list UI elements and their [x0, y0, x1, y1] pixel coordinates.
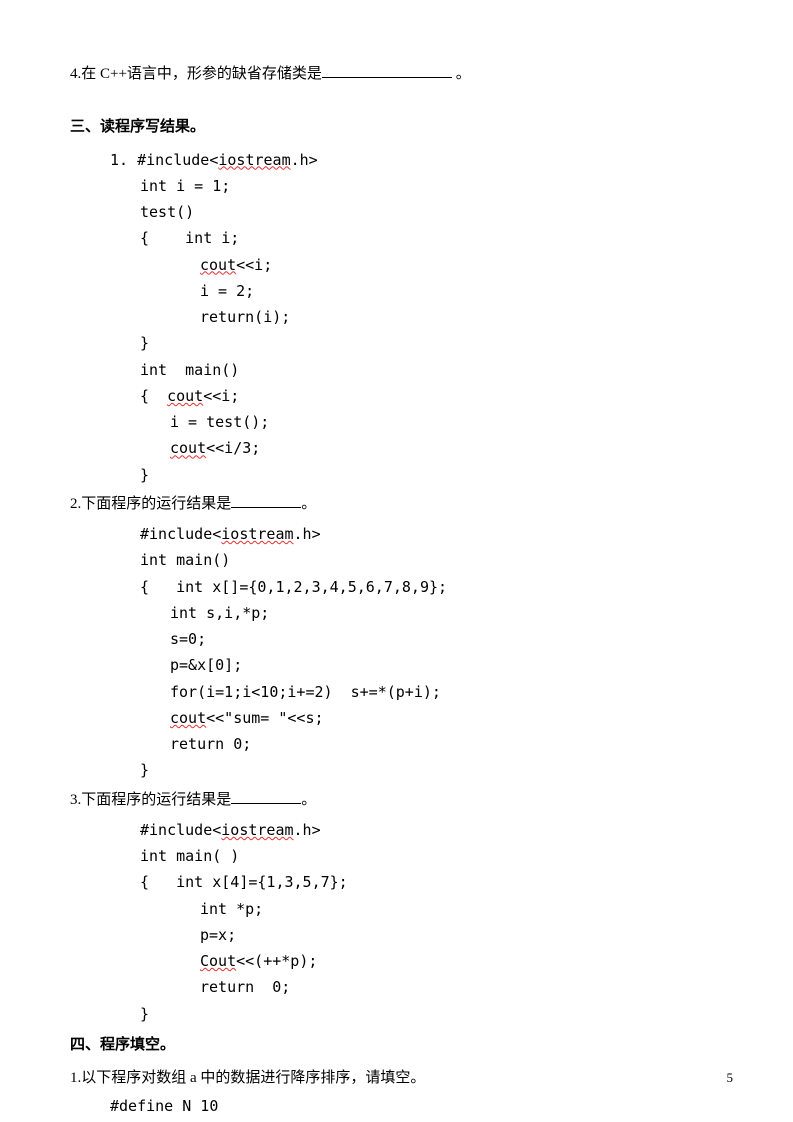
code-line: 1. #include<iostream.h>	[70, 147, 723, 173]
section3-title: 三、读程序写结果。	[70, 113, 723, 142]
code-line: int main()	[70, 357, 723, 383]
code-line: return(i);	[70, 304, 723, 330]
question-4: 4.在 C++语言中，形参的缺省存储类是 。	[70, 60, 723, 89]
code-line: i = test();	[70, 409, 723, 435]
code-line: p=&x[0];	[70, 652, 723, 678]
code-line: { cout<<i;	[70, 383, 723, 409]
code-line: s=0;	[70, 626, 723, 652]
code-line: int *p;	[70, 896, 723, 922]
code-line: #include<iostream.h>	[70, 521, 723, 547]
code-line: return 0;	[70, 974, 723, 1000]
code-line: #include<iostream.h>	[70, 817, 723, 843]
section4-q1: 1.以下程序对数组 a 中的数据进行降序排序，请填空。	[70, 1064, 723, 1093]
page-number: 5	[727, 1065, 734, 1090]
prog3-question: 3.下面程序的运行结果是。	[70, 786, 723, 815]
code-line: cout<<i;	[70, 252, 723, 278]
code-line: int main()	[70, 547, 723, 573]
program-3: #include<iostream.h> int main( ) { int x…	[70, 817, 723, 1027]
code-line: i = 2;	[70, 278, 723, 304]
q4-text: 4.在 C++语言中，形参的缺省存储类是	[70, 66, 322, 82]
code-line: int i = 1;	[70, 173, 723, 199]
code-line: #define N 10	[70, 1093, 723, 1119]
program-1: 1. #include<iostream.h> int i = 1; test(…	[70, 147, 723, 488]
code-line: p=x;	[70, 922, 723, 948]
code-line: return 0;	[70, 731, 723, 757]
spellcheck-underline: Cout	[200, 952, 236, 970]
spellcheck-underline: cout	[170, 439, 206, 457]
code-line: }	[70, 330, 723, 356]
code-line: { int x[]={0,1,2,3,4,5,6,7,8,9};	[70, 574, 723, 600]
code-line: { int x[4]={1,3,5,7};	[70, 869, 723, 895]
code-line: test()	[70, 199, 723, 225]
code-line: Cout<<(++*p);	[70, 948, 723, 974]
program-2: #include<iostream.h> int main() { int x[…	[70, 521, 723, 784]
blank-fill	[231, 507, 301, 508]
code-line: }	[70, 462, 723, 488]
code-line: cout<<"sum= "<<s;	[70, 705, 723, 731]
spellcheck-underline: cout	[170, 709, 206, 727]
code-line: }	[70, 757, 723, 783]
code-line: }	[70, 1001, 723, 1027]
code-line: int main( )	[70, 843, 723, 869]
spellcheck-underline: iostream	[218, 151, 290, 169]
spellcheck-underline: cout	[200, 256, 236, 274]
blank-fill	[231, 803, 301, 804]
code-line: cout<<i/3;	[70, 435, 723, 461]
code-line: { int i;	[70, 225, 723, 251]
code-line: int s,i,*p;	[70, 600, 723, 626]
blank-fill	[322, 77, 452, 78]
section-4: 四、程序填空。 1.以下程序对数组 a 中的数据进行降序排序，请填空。 #def…	[70, 1031, 723, 1120]
spellcheck-underline: cout	[167, 387, 203, 405]
prog2-question: 2.下面程序的运行结果是。	[70, 490, 723, 519]
spellcheck-underline: iostream	[221, 821, 293, 839]
spellcheck-underline: iostream	[221, 525, 293, 543]
q4-suffix: 。	[452, 66, 471, 82]
section4-title: 四、程序填空。	[70, 1031, 723, 1060]
code-line: for(i=1;i<10;i+=2) s+=*(p+i);	[70, 679, 723, 705]
